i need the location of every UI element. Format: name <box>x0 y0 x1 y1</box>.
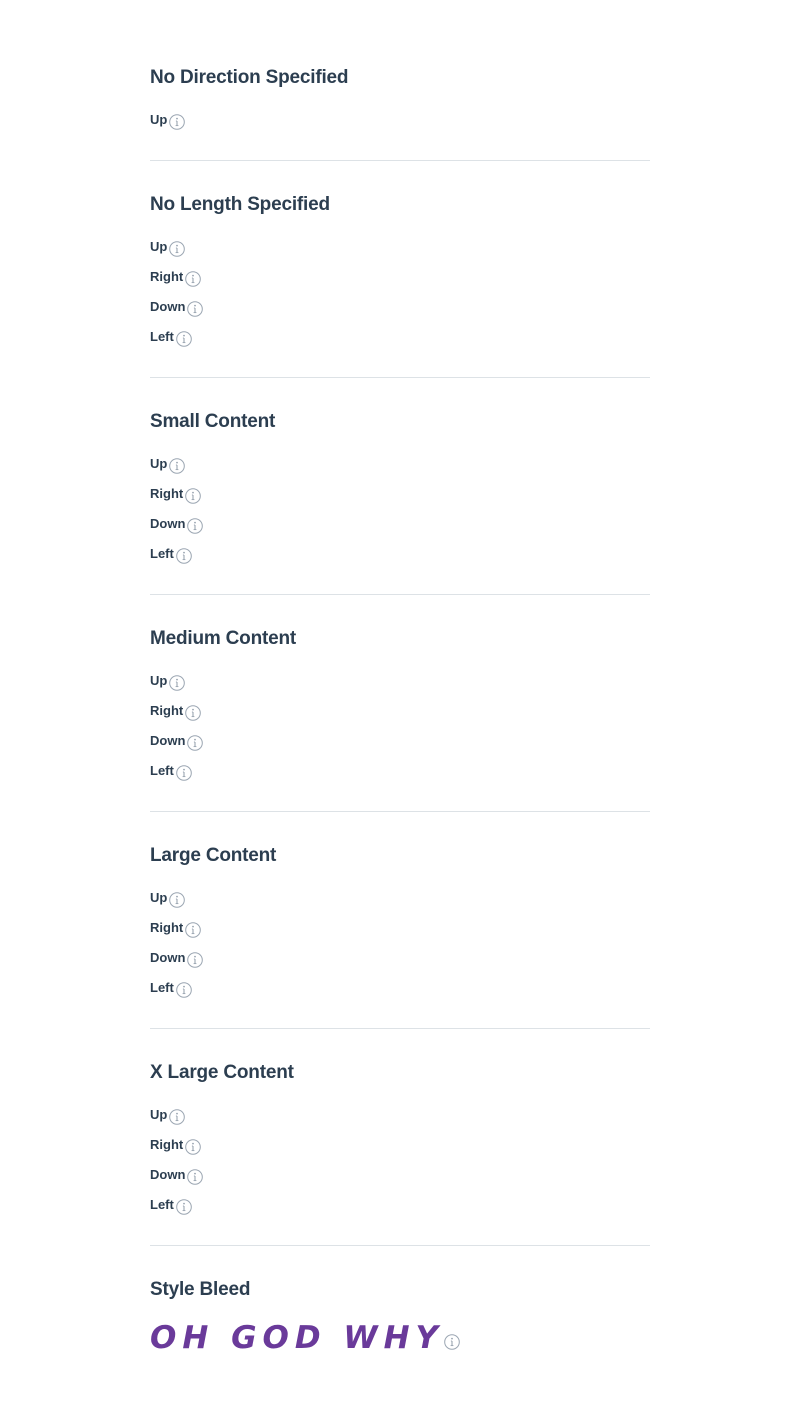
info-icon[interactable] <box>187 517 204 534</box>
section-divider <box>150 1245 650 1246</box>
tooltip-trigger-up[interactable]: Up <box>150 237 186 257</box>
section-title: X Large Content <box>150 1062 294 1083</box>
item-label: Right <box>150 486 184 501</box>
tooltip-trigger-up[interactable]: Up <box>150 888 186 908</box>
info-icon[interactable] <box>185 487 202 504</box>
tooltip-trigger-style-bleed[interactable]: OH GOD WHY <box>150 1318 460 1358</box>
item-label: Left <box>150 763 174 778</box>
item-label: Right <box>150 269 184 284</box>
tooltip-trigger-down[interactable]: Down <box>150 731 204 751</box>
section-title: Small Content <box>150 411 276 432</box>
info-icon[interactable] <box>187 951 204 968</box>
section-title: Large Content <box>150 845 277 866</box>
info-icon[interactable] <box>444 1334 460 1350</box>
item-label: Left <box>150 329 174 344</box>
info-icon[interactable] <box>187 734 204 751</box>
item-label: Left <box>150 546 174 561</box>
item-label: Right <box>150 703 184 718</box>
info-icon[interactable] <box>169 891 186 908</box>
info-icon[interactable] <box>185 270 202 287</box>
tooltip-trigger-down[interactable]: Down <box>150 297 204 317</box>
tooltip-trigger-right[interactable]: Right <box>150 484 202 504</box>
item-label: Right <box>150 920 184 935</box>
section-divider <box>150 377 650 378</box>
tooltip-trigger-left[interactable]: Left <box>150 978 192 998</box>
section-divider <box>150 160 650 161</box>
tooltip-trigger-right[interactable]: Right <box>150 267 202 287</box>
info-icon[interactable] <box>185 921 202 938</box>
item-label: Down <box>150 1167 186 1182</box>
tooltip-trigger-left[interactable]: Left <box>150 327 192 347</box>
info-icon[interactable] <box>176 764 192 781</box>
item-label: Up <box>150 1107 168 1122</box>
tooltip-demo-page: No Direction Specified Up No Length Spec… <box>0 0 800 1418</box>
tooltip-trigger-right[interactable]: Right <box>150 1135 202 1155</box>
tooltip-trigger-left[interactable]: Left <box>150 761 192 781</box>
info-icon[interactable] <box>185 704 202 721</box>
item-label: Up <box>150 890 168 905</box>
item-label: Down <box>150 950 186 965</box>
tooltip-trigger-left[interactable]: Left <box>150 1195 192 1215</box>
section-divider <box>150 594 650 595</box>
tooltip-trigger-right[interactable]: Right <box>150 918 202 938</box>
item-label: Left <box>150 980 174 995</box>
item-label: Up <box>150 239 168 254</box>
info-icon[interactable] <box>169 240 186 257</box>
tooltip-trigger-down[interactable]: Down <box>150 514 204 534</box>
item-label: Down <box>150 299 186 314</box>
info-icon[interactable] <box>169 113 186 130</box>
item-label: Down <box>150 516 186 531</box>
tooltip-trigger-down[interactable]: Down <box>150 948 204 968</box>
tooltip-trigger-down[interactable]: Down <box>150 1165 204 1185</box>
tooltip-trigger-right[interactable]: Right <box>150 701 202 721</box>
info-icon[interactable] <box>169 457 186 474</box>
style-bleed-label: OH GOD WHY <box>150 1320 444 1356</box>
section-title: No Direction Specified <box>150 67 349 88</box>
tooltip-trigger-up[interactable]: Up <box>150 1105 186 1125</box>
tooltip-trigger-up[interactable]: Up <box>150 110 186 130</box>
item-label: Left <box>150 1197 174 1212</box>
info-icon[interactable] <box>176 547 192 564</box>
info-icon[interactable] <box>187 1168 204 1185</box>
section-title: No Length Specified <box>150 194 330 215</box>
section-divider <box>150 811 650 812</box>
item-label: Up <box>150 673 168 688</box>
tooltip-trigger-left[interactable]: Left <box>150 544 192 564</box>
info-icon[interactable] <box>169 674 186 691</box>
info-icon[interactable] <box>176 981 192 998</box>
info-icon[interactable] <box>176 1198 192 1215</box>
item-label: Up <box>150 456 168 471</box>
section-title: Style Bleed <box>150 1279 251 1300</box>
tooltip-trigger-up[interactable]: Up <box>150 454 186 474</box>
info-icon[interactable] <box>176 330 192 347</box>
info-icon[interactable] <box>187 300 204 317</box>
section-divider <box>150 1028 650 1029</box>
tooltip-trigger-up[interactable]: Up <box>150 671 186 691</box>
item-label: Up <box>150 112 168 127</box>
item-label: Right <box>150 1137 184 1152</box>
info-icon[interactable] <box>185 1138 202 1155</box>
section-title: Medium Content <box>150 628 297 649</box>
info-icon[interactable] <box>169 1108 186 1125</box>
item-label: Down <box>150 733 186 748</box>
